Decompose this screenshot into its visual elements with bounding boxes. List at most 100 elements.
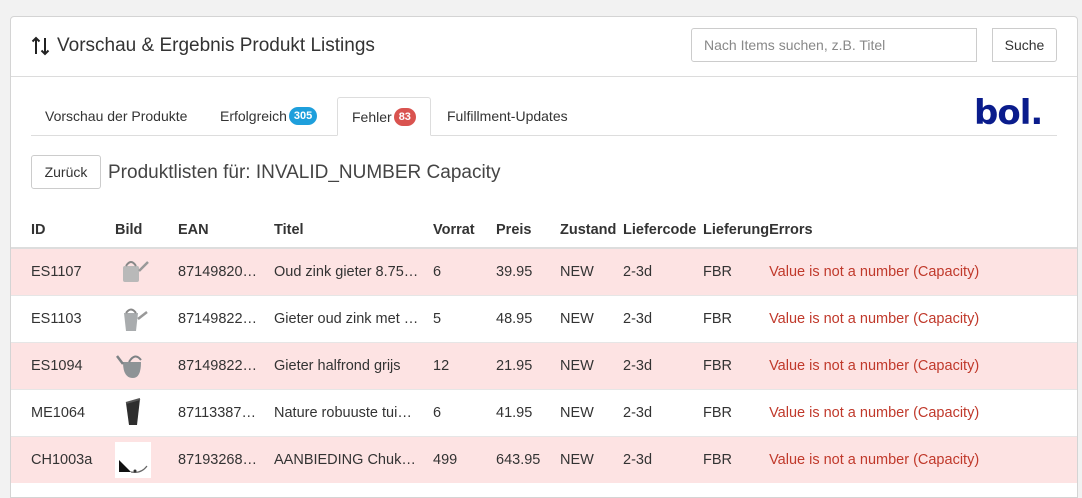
tab-label: Erfolgreich: [220, 108, 287, 124]
watering-can-image: [116, 355, 142, 378]
col-header-lieferung[interactable]: Lieferung: [703, 213, 770, 249]
planter-image: [125, 398, 141, 425]
cell-title: Gieter halfrond grijs: [274, 342, 433, 390]
cell-price: 21.95: [496, 342, 560, 390]
product-image: [115, 442, 151, 478]
cell-title: AANBIEDING Chuk…: [274, 436, 433, 483]
cell-title: Nature robuuste tui…: [274, 389, 433, 437]
ean-text: 87149822…: [178, 311, 258, 327]
col-header-errors[interactable]: Errors: [769, 213, 1077, 249]
cell-price: 643.95: [496, 436, 560, 483]
tab-vorschau[interactable]: Vorschau der Produkte: [31, 97, 201, 135]
col-header-bild[interactable]: Bild: [115, 213, 178, 249]
cell-stock: 499: [433, 436, 496, 483]
col-header-ean[interactable]: EAN: [178, 213, 274, 249]
cell-image: [115, 247, 178, 296]
search-button[interactable]: Suche: [992, 28, 1057, 62]
cell-ean: 87149820…: [178, 247, 274, 296]
cell-fulfilment: FBR: [703, 389, 770, 437]
table-row[interactable]: ES1103 87149822… Gieter oud zink met … 5…: [11, 295, 1077, 343]
cell-error: Value is not a number (Capacity): [769, 389, 1077, 437]
cell-error: Value is not a number (Capacity): [769, 342, 1077, 390]
cell-id: ES1094: [11, 342, 115, 390]
cell-condition: NEW: [560, 436, 623, 483]
cell-delivery-code: 2-3d: [623, 342, 703, 390]
title-text: Nature robuuste tui…: [274, 405, 412, 421]
cell-condition: NEW: [560, 295, 623, 343]
cell-delivery-code: 2-3d: [623, 247, 703, 296]
search-input[interactable]: [691, 28, 977, 62]
cell-delivery-code: 2-3d: [623, 436, 703, 483]
col-header-id[interactable]: ID: [11, 213, 115, 249]
cell-condition: NEW: [560, 342, 623, 390]
cell-stock: 12: [433, 342, 496, 390]
title-text: Oud zink gieter 8.75…: [274, 264, 419, 280]
col-header-liefercode[interactable]: Liefercode: [623, 213, 703, 249]
tab-fulfillment-updates[interactable]: Fulfillment-Updates: [433, 97, 582, 135]
listings-panel: Vorschau & Ergebnis Produkt Listings Suc…: [10, 16, 1078, 498]
cell-image: [115, 342, 178, 390]
table-row[interactable]: CH1003a 87193268… AANBIEDING Chuk… 499 6…: [11, 436, 1077, 483]
success-count-badge: 305: [288, 107, 318, 125]
table-row[interactable]: ME1064 87113387… Nature robuuste tui… 6 …: [11, 389, 1077, 437]
title-text: AANBIEDING Chuk…: [274, 452, 416, 468]
col-header-vorrat[interactable]: Vorrat: [433, 213, 496, 249]
table-row[interactable]: ES1094 87149822… Gieter halfrond grijs 1…: [11, 342, 1077, 390]
cell-fulfilment: FBR: [703, 295, 770, 343]
cell-error: Value is not a number (Capacity): [769, 247, 1077, 296]
col-header-preis[interactable]: Preis: [496, 213, 560, 249]
cell-stock: 6: [433, 389, 496, 437]
title-text: Gieter halfrond grijs: [274, 358, 401, 374]
cell-condition: NEW: [560, 247, 623, 296]
ean-text: 87193268…: [178, 452, 258, 468]
cell-stock: 5: [433, 295, 496, 343]
tab-fehler[interactable]: Fehler 83: [337, 97, 431, 136]
panel-header: Vorschau & Ergebnis Produkt Listings Suc…: [11, 17, 1077, 77]
col-header-zustand[interactable]: Zustand: [560, 213, 623, 249]
cell-stock: 6: [433, 247, 496, 296]
cell-ean: 87149822…: [178, 342, 274, 390]
ean-text: 87113387…: [178, 405, 256, 421]
cell-price: 41.95: [496, 389, 560, 437]
watering-can-image: [124, 308, 148, 331]
product-table: ID Bild EAN Titel Vorrat Preis Zustand L…: [11, 213, 1077, 483]
ean-text: 87149822…: [178, 358, 258, 374]
sort-arrows-icon: [31, 36, 50, 56]
cell-fulfilment: FBR: [703, 436, 770, 483]
cell-error: Value is not a number (Capacity): [769, 295, 1077, 343]
cell-fulfilment: FBR: [703, 247, 770, 296]
error-count-badge: 83: [393, 107, 416, 126]
cell-ean: 87193268…: [178, 436, 274, 483]
tab-label: Fulfillment-Updates: [447, 108, 568, 124]
cell-image: [115, 295, 178, 343]
title-text: Gieter oud zink met …: [274, 311, 419, 327]
tab-label: Fehler: [352, 108, 392, 125]
cell-delivery-code: 2-3d: [623, 389, 703, 437]
tab-bar: Vorschau der Produkte Erfolgreich 305 Fe…: [31, 97, 1057, 136]
cell-id: CH1003a: [11, 436, 115, 483]
ean-text: 87149820…: [178, 264, 258, 280]
cell-delivery-code: 2-3d: [623, 295, 703, 343]
cell-condition: NEW: [560, 389, 623, 437]
cell-id: ES1103: [11, 295, 115, 343]
page-title-text: Vorschau & Ergebnis Produkt Listings: [57, 35, 375, 56]
cell-price: 39.95: [496, 247, 560, 296]
col-header-titel[interactable]: Titel: [274, 213, 433, 249]
back-button[interactable]: Zurück: [31, 155, 101, 189]
cell-image: [115, 389, 178, 437]
cell-title: Gieter oud zink met …: [274, 295, 433, 343]
cell-error: Value is not a number (Capacity): [769, 436, 1077, 483]
table-row[interactable]: ES1107 87149820… Oud zink gieter 8.75… 6…: [11, 247, 1077, 296]
listing-subtitle: Produktlisten für: INVALID_NUMBER Capaci…: [108, 162, 501, 183]
tab-label: Vorschau der Produkte: [45, 108, 188, 124]
cell-ean: 87113387…: [178, 389, 274, 437]
cell-title: Oud zink gieter 8.75…: [274, 247, 433, 296]
cell-image: [115, 436, 178, 483]
cell-ean: 87149822…: [178, 295, 274, 343]
page-title: Vorschau & Ergebnis Produkt Listings: [31, 35, 375, 57]
cell-price: 48.95: [496, 295, 560, 343]
tab-erfolgreich[interactable]: Erfolgreich 305: [206, 97, 331, 135]
cell-fulfilment: FBR: [703, 342, 770, 390]
watering-can-image: [123, 261, 149, 282]
bol-logo: bol.: [974, 93, 1043, 133]
